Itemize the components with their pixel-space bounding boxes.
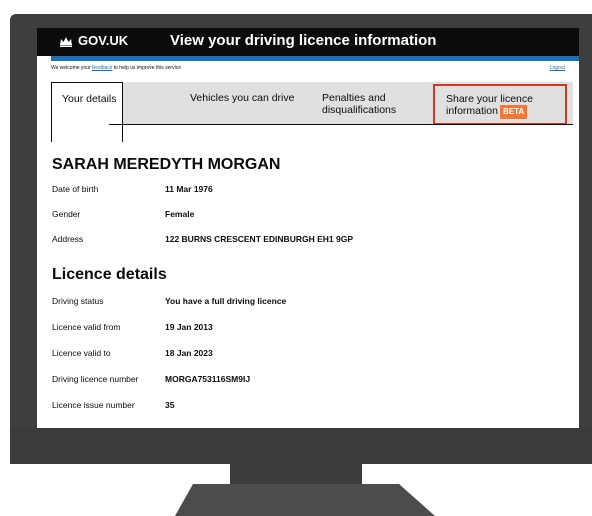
gov-header: GOV.UK View your driving licence informa… bbox=[37, 28, 579, 56]
logo-text: GOV.UK bbox=[78, 33, 129, 48]
monitor-stand-base bbox=[193, 484, 399, 516]
header-accent-bar bbox=[51, 56, 579, 61]
field-label: Driving licence number bbox=[52, 374, 139, 384]
tab-vehicles[interactable]: Vehicles you can drive bbox=[190, 82, 320, 125]
field-value: 19 Jan 2013 bbox=[165, 322, 213, 332]
monitor-bezel bbox=[10, 428, 592, 464]
field-value: MORGA753116SM9IJ bbox=[165, 374, 251, 384]
tab-label: Your details bbox=[62, 93, 117, 105]
field-value: 122 BURNS CRESCENT EDINBURGH EH1 9GP bbox=[165, 234, 353, 244]
logout-link[interactable]: Logout bbox=[550, 65, 565, 71]
crown-icon bbox=[60, 36, 72, 47]
field-label: Driving status bbox=[52, 296, 104, 306]
beta-badge: BETA bbox=[499, 105, 528, 119]
tab-bar: Your details Vehicles you can drive Pena… bbox=[51, 82, 573, 142]
field-value: 11 Mar 1976 bbox=[165, 184, 213, 194]
feedback-suffix: to help us improve this service bbox=[113, 65, 181, 71]
field-value: 35 bbox=[165, 400, 175, 410]
field-label: Licence issue number bbox=[52, 400, 135, 410]
feedback-banner: We welcome your feedback to help us impr… bbox=[51, 65, 565, 71]
tab-penalties[interactable]: Penalties and disqualifications bbox=[322, 82, 422, 125]
field-label: Gender bbox=[52, 209, 81, 219]
field-label: Date of birth bbox=[52, 184, 99, 194]
person-name: SARAH MEREDYTH MORGAN bbox=[52, 156, 281, 173]
field-label: Licence valid to bbox=[52, 348, 111, 358]
tab-label: Vehicles you can drive bbox=[190, 92, 295, 104]
field-label: Licence valid from bbox=[52, 322, 121, 332]
tab-your-details[interactable]: Your details bbox=[51, 82, 123, 142]
field-value: Female bbox=[165, 209, 195, 219]
field-label: Address bbox=[52, 234, 84, 244]
tab-underline bbox=[109, 124, 573, 125]
monitor-stand-base-right bbox=[399, 484, 435, 516]
licence-details-heading: Licence details bbox=[52, 266, 167, 283]
page-title: View your driving licence information bbox=[170, 32, 437, 49]
field-value: 18 Jan 2023 bbox=[165, 348, 213, 358]
tab-share-licence[interactable]: Share your licence information BETA bbox=[433, 84, 567, 125]
feedback-prefix: We welcome your bbox=[51, 65, 91, 71]
gov-logo[interactable]: GOV.UK bbox=[59, 33, 128, 48]
tab-label: Penalties and disqualifications bbox=[322, 92, 397, 116]
feedback-link[interactable]: feedback bbox=[92, 65, 112, 71]
field-value: You have a full driving licence bbox=[165, 296, 287, 306]
browser-screen: GOV.UK View your driving licence informa… bbox=[37, 28, 579, 428]
